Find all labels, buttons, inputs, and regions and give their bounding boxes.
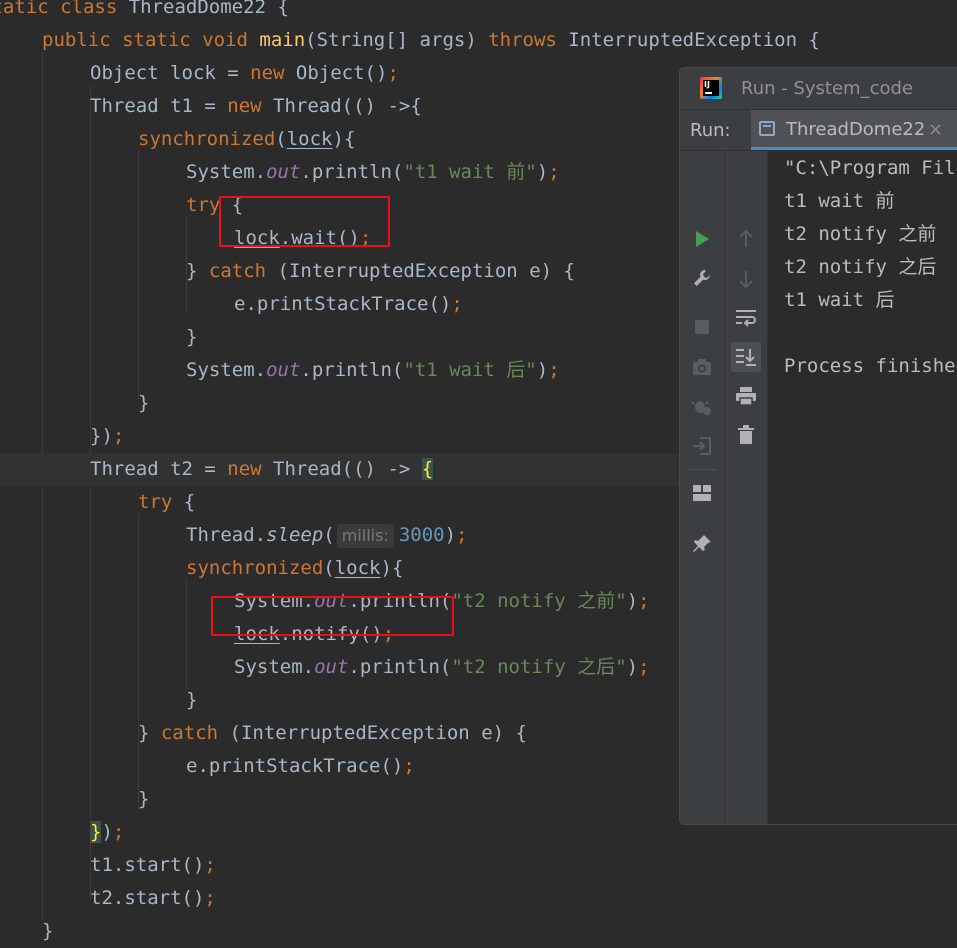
scroll-to-end-button[interactable]: [731, 342, 761, 372]
exit-icon: [693, 437, 711, 455]
pin-icon: [693, 535, 711, 552]
code-line[interactable]: public static void main(String[] args) t…: [0, 24, 957, 57]
arrow-down-icon: [739, 271, 753, 289]
parameter-hint: millis:: [336, 524, 394, 548]
code-line-text: Object lock = new Object();: [90, 62, 399, 84]
console-line: t2 notify 之后: [784, 256, 937, 278]
run-window-titlebar[interactable]: IJ Run - System_code: [680, 68, 957, 110]
intellij-app-icon: IJ: [700, 77, 722, 99]
run-label: Run:: [690, 120, 731, 141]
code-line-text: synchronized(lock){: [138, 128, 356, 150]
scroll-to-end-icon: [736, 349, 756, 366]
highlight-box-wait: [219, 196, 390, 247]
code-line-text: });: [90, 425, 125, 447]
run-left-toolbar: [680, 151, 725, 824]
debug-settings-button[interactable]: [687, 391, 717, 421]
pin-tab-button[interactable]: [687, 529, 717, 559]
clear-all-button[interactable]: [731, 420, 761, 450]
highlight-box-notify: [211, 596, 454, 636]
code-line[interactable]: }: [0, 915, 957, 948]
code-line-text: t2.start();: [90, 887, 216, 909]
soft-wrap-icon: [736, 310, 756, 327]
console-line: "C:\Program Files\Java\jdk: [784, 157, 957, 179]
code-line-text: } catch (InterruptedException e) {: [186, 260, 575, 282]
print-button[interactable]: [731, 381, 761, 411]
print-icon: [736, 387, 756, 406]
code-line-text: synchronized(lock){: [186, 557, 404, 579]
code-line-text: }: [138, 788, 150, 810]
code-line-text: static class ThreadDome22 {: [0, 0, 289, 18]
arrow-up-icon: [739, 229, 753, 247]
code-line-text: t1.start();: [90, 854, 216, 876]
code-line[interactable]: t2.start();: [0, 882, 957, 915]
dump-threads-button[interactable]: [687, 352, 717, 382]
toolbar-separator: [688, 469, 716, 470]
code-line-text: Thread.sleep(millis: 3000);: [186, 524, 468, 548]
layout-icon: [693, 485, 711, 501]
code-line-text: }: [42, 920, 54, 942]
code-line[interactable]: t1.start();: [0, 849, 957, 882]
code-line-text: });: [90, 821, 125, 843]
code-line-text: try {: [138, 491, 196, 513]
bug-gear-icon: [692, 401, 711, 415]
run-window-title: Run - System_code: [741, 78, 913, 99]
code-line-text: Thread t2 = new Thread(() -> {: [90, 458, 434, 480]
code-line-text: Thread t1 = new Thread(() ->{: [90, 95, 422, 117]
tab-threaddome22[interactable]: ThreadDome22 ×: [751, 110, 957, 150]
console-toolbar: [725, 151, 768, 824]
camera-icon: [693, 359, 711, 375]
code-line-text: } catch (InterruptedException e) {: [138, 722, 527, 744]
soft-wrap-button[interactable]: [731, 303, 761, 333]
run-tab-bar: Run: ThreadDome22 ×: [680, 110, 957, 151]
modify-run-config-button[interactable]: [687, 263, 717, 293]
rerun-button[interactable]: [687, 224, 717, 254]
code-line-text: System.out.println("t1 wait 前");: [186, 161, 560, 183]
code-line-text: public static void main(String[] args) t…: [42, 29, 820, 51]
code-line[interactable]: static class ThreadDome22 {: [0, 0, 957, 24]
stop-button[interactable]: [687, 312, 717, 342]
code-line-text: }: [186, 689, 198, 711]
exit-button[interactable]: [687, 431, 717, 461]
tab-close-icon[interactable]: ×: [928, 118, 943, 142]
scroll-down-button[interactable]: [731, 264, 761, 294]
code-line-text: e.printStackTrace();: [234, 293, 463, 315]
wrench-icon: [694, 270, 710, 286]
console-line: t2 notify 之前: [784, 223, 937, 245]
console-line: t1 wait 后: [784, 289, 895, 311]
run-tool-window[interactable]: IJ Run - System_code Run: ThreadDome22 ×: [679, 67, 957, 825]
code-line-text: }: [138, 392, 150, 414]
console-line: t1 wait 前: [784, 190, 895, 212]
trash-icon: [738, 425, 754, 444]
stop-icon: [695, 320, 709, 334]
code-line-text: System.out.println("t2 notify 之后");: [234, 656, 650, 678]
code-line-text: System.out.println("t1 wait 后");: [186, 359, 560, 381]
layout-button[interactable]: [687, 478, 717, 508]
play-icon: [696, 231, 709, 247]
code-line-text: }: [186, 326, 198, 348]
console-tab-icon: [759, 121, 775, 136]
tab-label: ThreadDome22: [786, 119, 926, 140]
scroll-up-button[interactable]: [731, 224, 761, 254]
console-line: Process finished with exit code 0: [784, 355, 957, 377]
code-line-text: e.printStackTrace();: [186, 755, 415, 777]
console-output[interactable]: "C:\Program Files\Java\jdk t1 wait 前 t2 no…: [768, 151, 957, 824]
